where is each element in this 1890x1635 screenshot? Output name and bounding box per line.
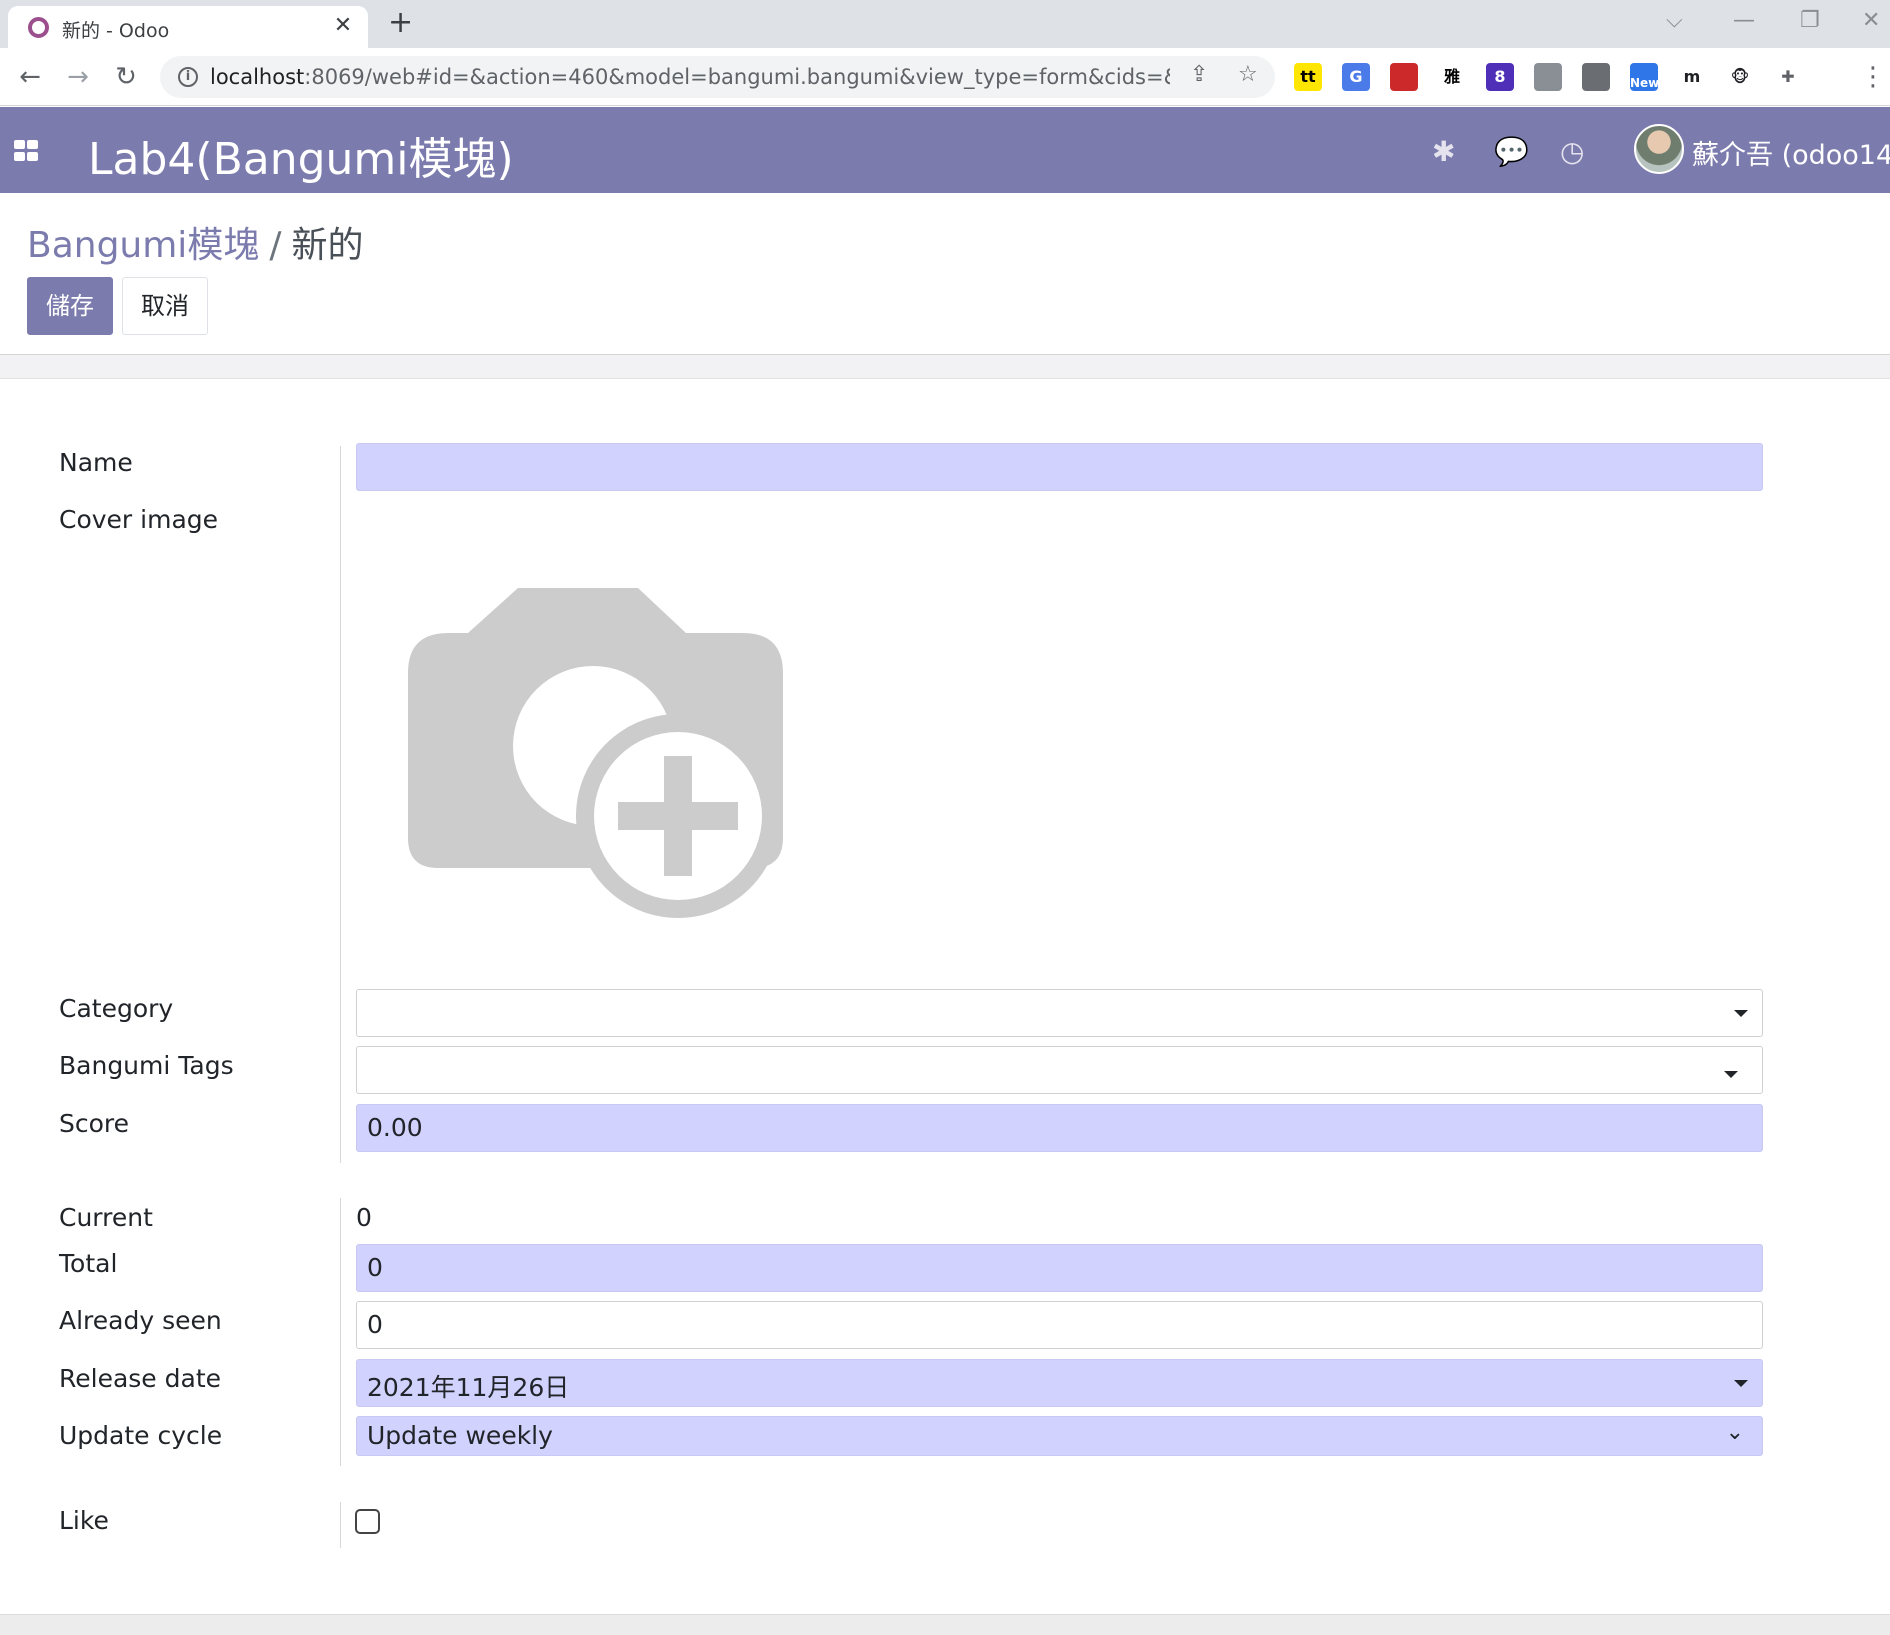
tab-search-icon[interactable]: ⌵ xyxy=(1666,8,1683,33)
site-info-icon[interactable]: i xyxy=(178,67,198,87)
total-label: Total xyxy=(59,1249,118,1278)
new-tab-icon[interactable]: + xyxy=(388,8,413,38)
bangumi-tags-label: Bangumi Tags xyxy=(59,1051,234,1080)
name-input[interactable] xyxy=(356,443,1763,491)
browser-tab-title: 新的 - Odoo xyxy=(62,20,170,42)
close-tab-icon[interactable]: ✕ xyxy=(330,13,356,39)
breadcrumb-current: 新的 xyxy=(291,225,364,266)
release-date-picker[interactable]: 2021年11月26日 xyxy=(356,1359,1763,1407)
group-separator xyxy=(340,446,341,1163)
release-date-value: 2021年11月26日 xyxy=(367,1373,570,1402)
puzzle-extension-icon[interactable]: ✚ xyxy=(1774,63,1802,91)
url-path: :8069/web#id=&action=460&model=bangumi.b… xyxy=(304,65,1170,89)
bookmark-star-icon[interactable]: ☆ xyxy=(1238,62,1258,87)
user-menu-name[interactable]: 蘇介吾 (odoo14) xyxy=(1692,133,1890,172)
minimize-window-icon[interactable]: — xyxy=(1733,8,1755,33)
update-cycle-label: Update cycle xyxy=(59,1421,223,1450)
messaging-chat-icon[interactable]: 💬 xyxy=(1494,135,1529,168)
browser-tab-strip: 新的 - Odoo ✕ + ⌵ — ❐ ✕ xyxy=(0,0,1890,48)
ya-extension-icon[interactable]: 雅 xyxy=(1438,63,1466,91)
tt-extension-icon[interactable]: tt xyxy=(1294,63,1322,91)
breadcrumb: Bangumi模塊 / 新的 xyxy=(27,216,363,268)
red-extension-icon[interactable] xyxy=(1390,63,1418,91)
form-sheet-bottom xyxy=(0,1614,1890,1635)
breadcrumb-separator: / xyxy=(269,225,282,266)
address-bar[interactable]: i localhost:8069/web#id=&action=460&mode… xyxy=(160,56,1275,98)
like-checkbox[interactable] xyxy=(355,1509,380,1534)
activity-clock-icon[interactable]: ◷ xyxy=(1560,135,1584,168)
caret-down-icon xyxy=(1724,1071,1738,1078)
score-input[interactable]: 0.00 xyxy=(356,1104,1763,1152)
browser-tab[interactable]: 新的 - Odoo ✕ xyxy=(8,6,368,48)
translate-extension-icon[interactable]: G xyxy=(1342,63,1370,91)
browser-menu-icon[interactable]: ⋮ xyxy=(1860,57,1886,97)
add-image-camera-icon[interactable] xyxy=(408,588,788,918)
share-icon[interactable]: ⇪ xyxy=(1190,62,1208,87)
app-brand[interactable]: Lab4(Bangumi模塊) xyxy=(88,123,514,187)
user-avatar[interactable] xyxy=(1634,124,1684,174)
current-value: 0 xyxy=(356,1203,372,1232)
forward-arrow-icon[interactable]: → xyxy=(58,57,98,97)
chat-extension-icon[interactable] xyxy=(1582,63,1610,91)
name-label: Name xyxy=(59,448,133,477)
discard-button[interactable]: 取消 xyxy=(122,277,208,335)
stack-extension-icon[interactable]: 8 xyxy=(1486,63,1514,91)
score-label: Score xyxy=(59,1109,130,1138)
odoo-favicon-icon xyxy=(28,17,49,38)
close-window-icon[interactable]: ✕ xyxy=(1862,8,1880,33)
current-label: Current xyxy=(59,1203,153,1232)
new-extension-icon[interactable]: New xyxy=(1630,63,1659,91)
caret-down-icon xyxy=(1734,1380,1748,1387)
group-separator xyxy=(340,1502,341,1548)
caret-down-icon xyxy=(1734,1010,1748,1017)
back-arrow-icon[interactable]: ← xyxy=(10,57,50,97)
like-label: Like xyxy=(59,1506,109,1535)
reload-icon[interactable]: ↻ xyxy=(106,57,146,97)
debug-bug-icon[interactable]: ✱ xyxy=(1432,135,1455,168)
chevron-down-icon: ⌄ xyxy=(1725,1420,1744,1445)
total-input[interactable]: 0 xyxy=(356,1244,1763,1292)
browser-toolbar: ← → ↻ i localhost:8069/web#id=&action=46… xyxy=(0,48,1890,106)
app-menu-icon[interactable] xyxy=(14,140,40,162)
control-panel-divider xyxy=(0,354,1890,379)
update-cycle-value: Update weekly xyxy=(367,1421,553,1450)
m-extension-icon[interactable]: m xyxy=(1678,63,1706,91)
release-date-label: Release date xyxy=(59,1364,221,1393)
update-cycle-select[interactable]: Update weekly ⌄ xyxy=(356,1416,1763,1456)
save-button[interactable]: 儲存 xyxy=(27,277,113,335)
portrait-extension-icon[interactable] xyxy=(1534,63,1562,91)
odoo-navbar: Lab4(Bangumi模塊) ✱ 💬 ◷ 蘇介吾 (odoo14) xyxy=(0,107,1890,193)
url-host: localhost xyxy=(210,65,305,89)
cover-image-label: Cover image xyxy=(59,505,219,534)
group-separator xyxy=(340,1198,341,1466)
url-text[interactable]: localhost:8069/web#id=&action=460&model=… xyxy=(210,65,1170,89)
already-seen-label: Already seen xyxy=(59,1306,222,1335)
restore-window-icon[interactable]: ❐ xyxy=(1800,8,1820,33)
bangumi-tags-select[interactable] xyxy=(356,1046,1763,1094)
already-seen-input[interactable]: 0 xyxy=(356,1301,1763,1349)
category-select[interactable] xyxy=(356,989,1763,1037)
monkey-extension-icon[interactable]: 🐵 xyxy=(1726,63,1754,91)
breadcrumb-parent-link[interactable]: Bangumi模塊 xyxy=(27,225,259,266)
category-label: Category xyxy=(59,994,174,1023)
